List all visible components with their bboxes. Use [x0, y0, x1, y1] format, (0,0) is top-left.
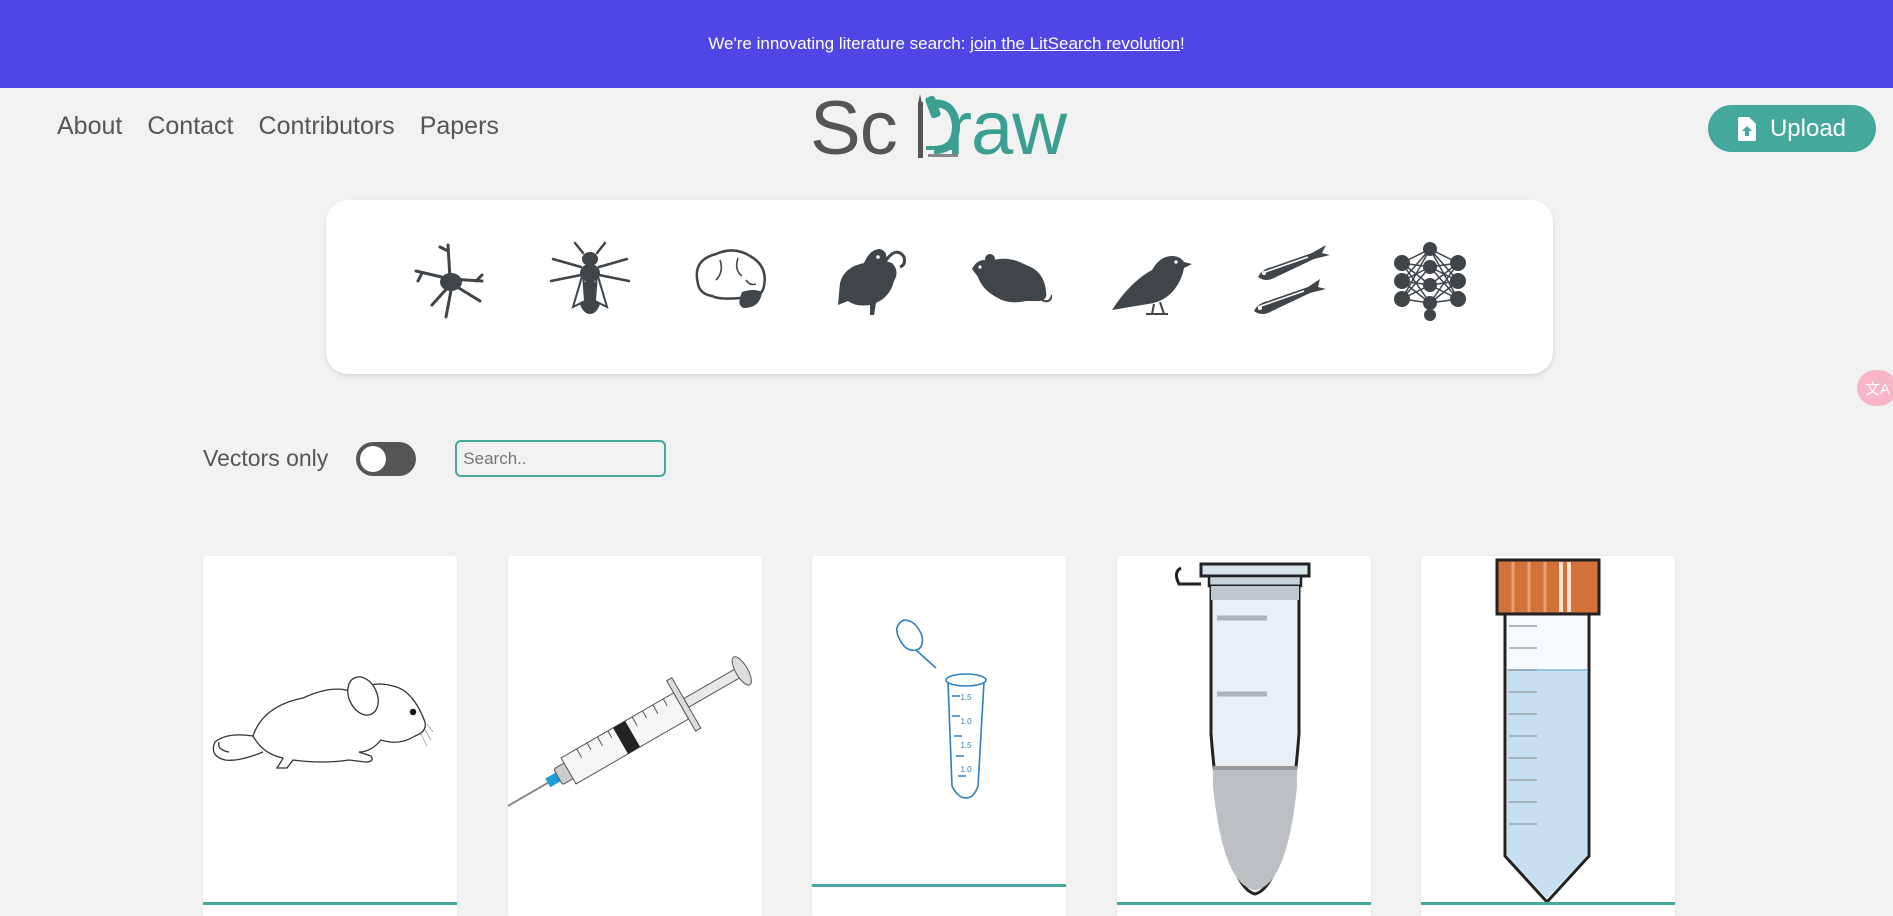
- neuron-icon: [414, 243, 484, 319]
- fly-icon: [549, 241, 631, 314]
- category-mouse[interactable]: [965, 236, 1055, 326]
- svg-text:1.0: 1.0: [960, 765, 972, 774]
- category-brain[interactable]: [685, 236, 775, 326]
- translate-glyph: 文A: [1865, 380, 1891, 398]
- filter-bar: Vectors only: [203, 440, 667, 477]
- svg-text:1.5: 1.5: [960, 693, 972, 702]
- upload-button[interactable]: Upload: [1708, 105, 1876, 152]
- nav-about[interactable]: About: [57, 112, 122, 141]
- microcentrifuge-tube-image: 1.5 1.0 1.5 1.0: [896, 619, 987, 799]
- upload-label: Upload: [1769, 114, 1847, 142]
- svg-text:1.5: 1.5: [960, 741, 972, 750]
- category-bird[interactable]: [1105, 236, 1195, 326]
- nav-papers[interactable]: Papers: [420, 112, 499, 141]
- category-fly[interactable]: [545, 236, 635, 326]
- card-syringe[interactable]: [508, 556, 762, 916]
- bird-icon: [1112, 256, 1192, 315]
- category-rodent[interactable]: [825, 236, 915, 326]
- vectors-only-toggle[interactable]: [356, 441, 417, 476]
- rodent-icon: [838, 249, 906, 315]
- category-network[interactable]: [1385, 236, 1475, 326]
- card-eppendorf-tube[interactable]: [1117, 556, 1371, 916]
- banner-suffix: !: [1179, 34, 1185, 53]
- brain-icon: [695, 249, 766, 308]
- category-neuron[interactable]: [405, 236, 495, 326]
- falcon-tube-image: [1495, 558, 1601, 905]
- mouse-drawing-image: [212, 676, 434, 769]
- microscope-logo-icon: [918, 94, 961, 158]
- mouse-icon: [972, 254, 1052, 303]
- nav-contributors[interactable]: Contributors: [259, 112, 395, 141]
- card-mouse-drawing[interactable]: [203, 556, 457, 916]
- zebrafish-icon: [1254, 245, 1330, 314]
- svg-text:1.0: 1.0: [960, 717, 972, 726]
- nav-contact[interactable]: Contact: [147, 112, 233, 141]
- card-falcon-tube[interactable]: [1421, 556, 1675, 916]
- eppendorf-tube-image: [1174, 562, 1311, 896]
- announcement-banner: We're innovating literature search: join…: [0, 0, 1893, 88]
- main-nav: About Contact Contributors Papers: [57, 112, 499, 141]
- card-microcentrifuge-tube[interactable]: 1.5 1.0 1.5 1.0: [812, 556, 1066, 916]
- toggle-knob: [360, 445, 387, 472]
- vectors-only-label: Vectors only: [203, 445, 329, 471]
- category-panel: [326, 200, 1553, 374]
- category-zebrafish[interactable]: [1245, 236, 1335, 326]
- litsearch-link[interactable]: join the LitSearch revolution: [970, 34, 1180, 54]
- translate-icon[interactable]: 文A: [1857, 370, 1893, 406]
- network-icon: [1394, 242, 1466, 321]
- logo-text-sci: Sc: [810, 85, 898, 171]
- search-input[interactable]: [455, 440, 667, 477]
- file-upload-icon: [1737, 116, 1756, 141]
- banner-text: We're innovating literature search:: [708, 34, 971, 53]
- scidraw-logo[interactable]: Sc raw: [810, 86, 1090, 171]
- syringe-image: [508, 656, 752, 818]
